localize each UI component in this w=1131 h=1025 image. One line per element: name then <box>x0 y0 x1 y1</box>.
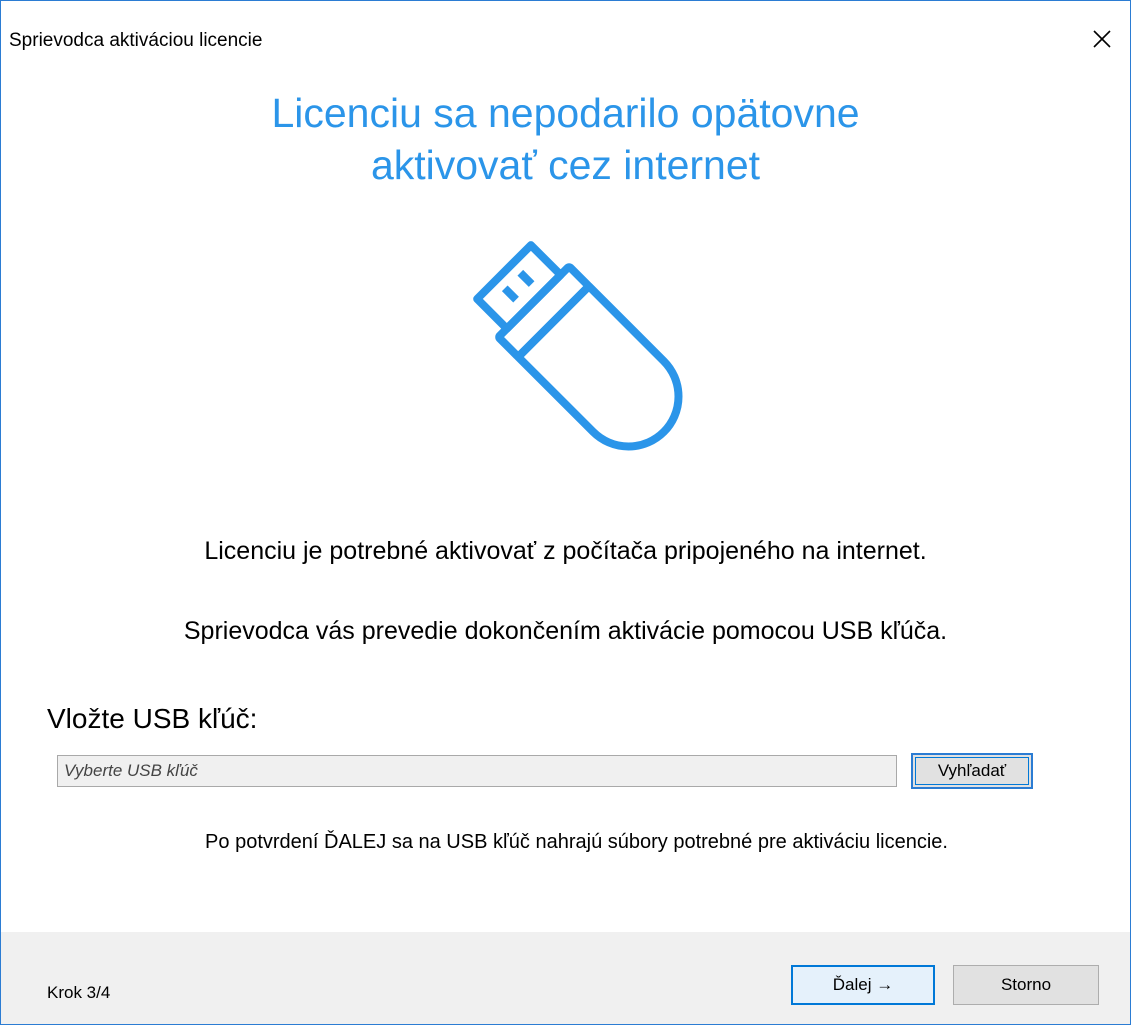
usb-key-field[interactable] <box>57 755 897 787</box>
title-bar: Sprievodca aktiváciou licencie <box>1 1 1130 81</box>
description-line-2: Sprievodca vás prevedie dokončením aktiv… <box>183 617 948 645</box>
upload-note: Po potvrdení ĎALEJ sa na USB kľúč nahraj… <box>205 831 948 853</box>
headline-line-2: aktivovať cez internet <box>370 142 761 188</box>
footer-bar: Krok 3/4 Ďalej → Storno <box>1 932 1130 1024</box>
next-button[interactable]: Ďalej → <box>791 965 935 1005</box>
window-title: Sprievodca aktiváciou licencie <box>9 30 263 51</box>
description-line-1: Licenciu je potrebné aktivovať z počítač… <box>204 537 927 565</box>
headline: Licenciu sa nepodarilo opätovne aktivova… <box>1 87 1130 191</box>
close-button[interactable] <box>1074 19 1130 59</box>
usb-key-label: Vložte USB kľúč: <box>47 703 258 734</box>
search-usb-button[interactable]: Vyhľadať <box>911 753 1033 789</box>
step-indicator: Krok 3/4 <box>47 983 111 1002</box>
headline-line-1: Licenciu sa nepodarilo opätovne <box>271 90 860 136</box>
activation-wizard-window: Sprievodca aktiváciou licencie Licenciu … <box>0 0 1131 1025</box>
close-icon <box>1093 30 1111 48</box>
usb-drive-icon <box>469 237 689 457</box>
cancel-button[interactable]: Storno <box>953 965 1099 1005</box>
search-usb-button-label: Vyhľadať <box>915 757 1029 785</box>
